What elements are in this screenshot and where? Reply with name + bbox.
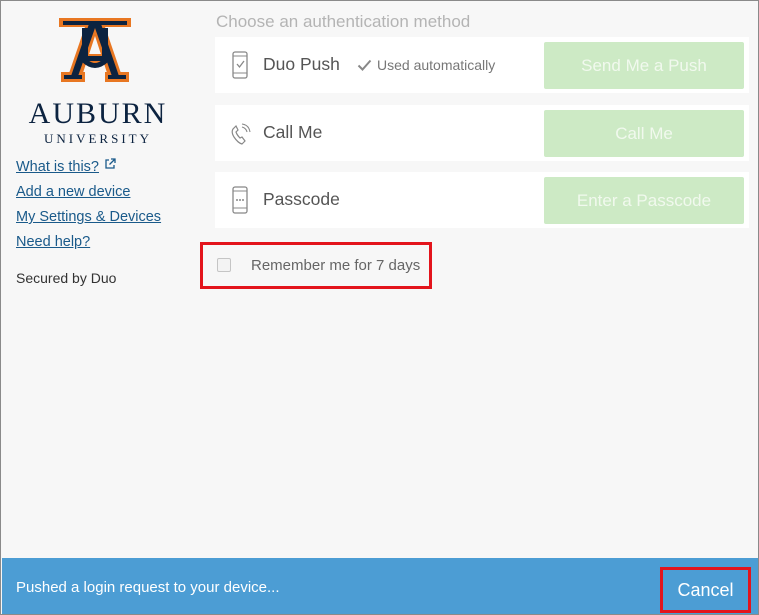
remember-me-label[interactable]: Remember me for 7 days — [251, 257, 420, 274]
phone-check-icon — [232, 51, 248, 79]
sidebar: AUBURN UNIVERSITY What is this? Add a ne… — [2, 2, 200, 558]
brand-subtitle: UNIVERSITY — [44, 131, 152, 146]
method-row-call-me: Call Me Call Me — [215, 105, 749, 161]
send-me-a-push-button[interactable]: Send Me a Push — [544, 42, 744, 89]
my-settings-devices-link[interactable]: My Settings & Devices — [16, 205, 161, 230]
enter-a-passcode-button[interactable]: Enter a Passcode — [544, 177, 744, 224]
sidebar-links: What is this? Add a new device My Settin… — [16, 155, 161, 255]
remember-me-checkbox[interactable] — [217, 258, 231, 272]
method-row-duo-push: Duo Push Used automatically Send Me a Pu… — [215, 37, 749, 93]
auth-method-heading: Choose an authentication method — [216, 12, 471, 31]
auburn-au-logo — [59, 18, 131, 82]
secured-by-duo: Secured by Duo — [16, 270, 117, 286]
status-footer: Pushed a login request to your device...… — [2, 558, 758, 614]
passcode-label: Passcode — [263, 189, 340, 209]
what-is-this-label: What is this? — [16, 159, 99, 175]
call-me-label: Call Me — [263, 122, 323, 142]
external-link-icon — [105, 158, 116, 169]
used-automatically-note: Used automatically — [357, 57, 495, 73]
cancel-button[interactable]: Cancel — [663, 570, 748, 610]
need-help-link[interactable]: Need help? — [16, 230, 161, 255]
passcode-phone-icon — [232, 186, 248, 214]
used-automatically-text: Used automatically — [377, 57, 496, 73]
status-message: Pushed a login request to your device... — [16, 579, 280, 596]
checkmark-icon — [357, 59, 372, 71]
brand-name: AUBURN — [28, 97, 168, 130]
phone-call-icon — [231, 123, 251, 145]
add-new-device-link[interactable]: Add a new device — [16, 180, 161, 205]
what-is-this-link[interactable]: What is this? — [16, 155, 161, 180]
remember-me-highlight: Remember me for 7 days — [200, 242, 432, 289]
duo-frame: AUBURN UNIVERSITY What is this? Add a ne… — [0, 0, 759, 615]
duo-push-label: Duo Push — [263, 54, 340, 74]
call-me-button[interactable]: Call Me — [544, 110, 744, 157]
method-row-passcode: Passcode Enter a Passcode — [215, 172, 749, 228]
cancel-highlight: Cancel — [660, 567, 751, 613]
